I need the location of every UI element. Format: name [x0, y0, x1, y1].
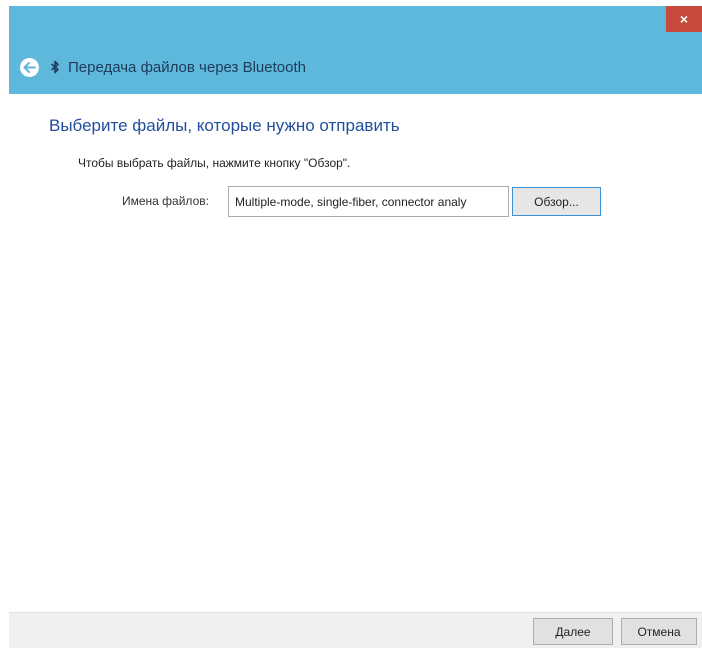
next-button[interactable]: Далее	[533, 618, 613, 645]
main-content: Выберите файлы, которые нужно отправить …	[9, 94, 702, 612]
page-heading: Выберите файлы, которые нужно отправить	[49, 116, 400, 135]
bluetooth-transfer-window: × Передача файлов через Bluetooth Выбери…	[9, 6, 702, 648]
bluetooth-icon	[50, 60, 60, 74]
instruction-text: Чтобы выбрать файлы, нажмите кнопку "Обз…	[78, 156, 351, 170]
title-bar: Передача файлов через Bluetooth	[9, 42, 702, 92]
back-arrow-icon	[23, 61, 36, 73]
file-names-input[interactable]	[228, 186, 509, 217]
browse-button[interactable]: Обзор...	[512, 187, 601, 216]
back-button[interactable]	[20, 57, 39, 77]
file-names-label: Имена файлов:	[122, 194, 209, 208]
close-button[interactable]: ×	[666, 6, 702, 32]
footer-bar: Далее Отмена	[9, 612, 702, 648]
window-title: Передача файлов через Bluetooth	[68, 58, 306, 76]
close-icon: ×	[679, 11, 689, 27]
cancel-button[interactable]: Отмена	[621, 618, 697, 645]
